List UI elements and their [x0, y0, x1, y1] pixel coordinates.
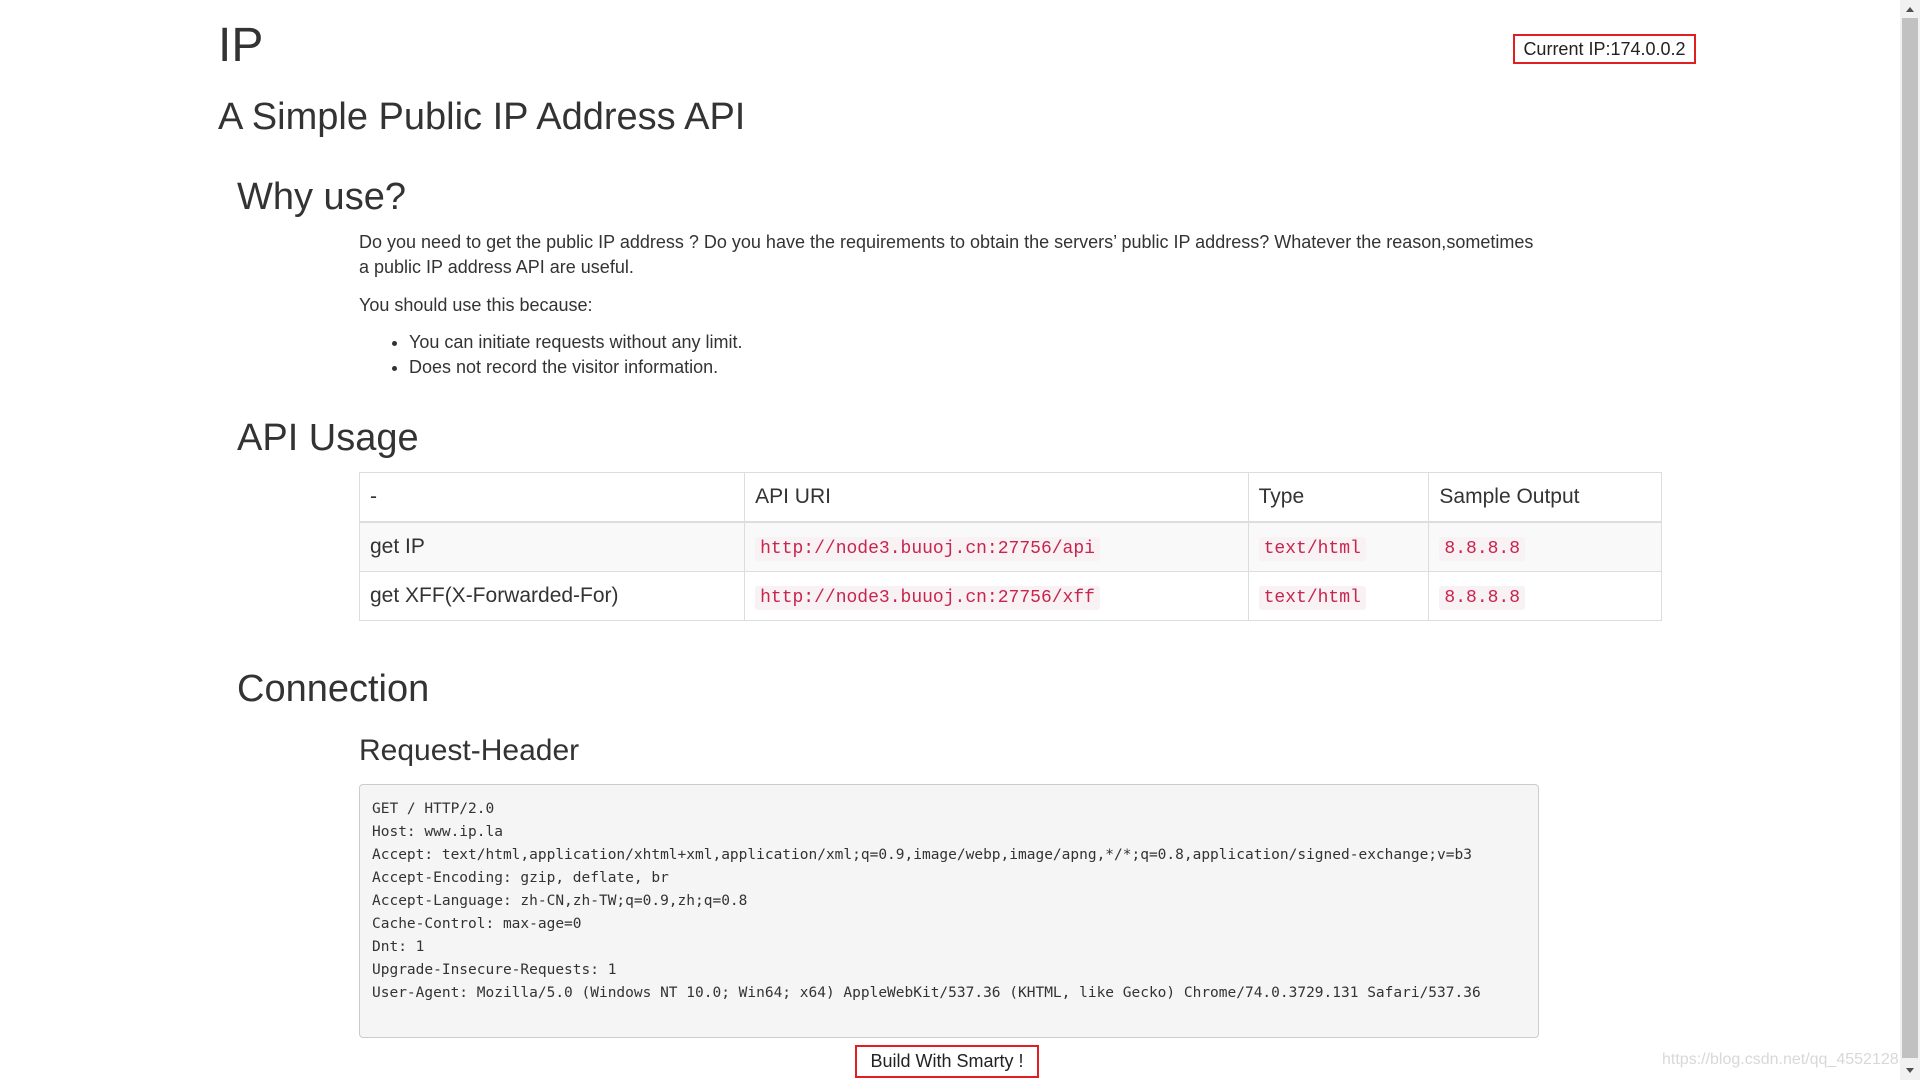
scroll-down-arrow-icon[interactable] [1900, 1064, 1920, 1078]
api-type: text/html [1258, 586, 1366, 610]
header-line: Host: www.ip.la [372, 824, 503, 840]
page-subtitle: A Simple Public IP Address API [218, 96, 746, 138]
blog-watermark: https://blog.csdn.net/qq_45521281 [1662, 1051, 1908, 1068]
list-item: You can initiate requests without any li… [409, 330, 743, 355]
api-uri-cell: http://node3.buuoj.cn:27756/api [744, 521, 1249, 572]
current-ip-badge: Current IP:174.0.0.2 [1513, 34, 1696, 64]
header-line: GET / HTTP/2.0 [372, 801, 495, 817]
reasons-list: You can initiate requests without any li… [359, 330, 743, 380]
api-sample-output: 8.8.8.8 [1439, 537, 1526, 561]
why-use-paragraph: Do you need to get the public IP address… [359, 232, 1534, 277]
table-header-row: - API URI Type Sample Output [358, 472, 1662, 523]
page-scrollbar[interactable] [1900, 0, 1920, 1080]
api-uri: http://node3.buuoj.cn:27756/api [755, 537, 1100, 561]
table-row: get XFF(X-Forwarded-For) http://node3.bu… [358, 571, 1662, 621]
api-type-cell: text/html [1247, 571, 1430, 621]
header-line: Upgrade-Insecure-Requests: 1 [372, 962, 617, 978]
why-use-lead: You should use this because: [359, 295, 593, 315]
header-line: Cache-Control: max-age=0 [372, 916, 582, 932]
build-with-smarty-label: Build With Smarty ! [855, 1045, 1039, 1078]
scrollbar-thumb[interactable] [1902, 18, 1918, 1058]
request-header-block: GET / HTTP/2.0 Host: www.ip.la Accept: tex… [359, 784, 1539, 1038]
api-type-cell: text/html [1247, 521, 1430, 572]
api-usage-heading: API Usage [237, 417, 419, 459]
api-uri-cell: http://node3.buuoj.cn:27756/xff [744, 571, 1249, 621]
connection-heading: Connection [237, 668, 430, 710]
api-name-cell: get IP [358, 521, 746, 572]
api-output-cell: 8.8.8.8 [1428, 571, 1662, 621]
request-header-heading: Request-Header [359, 734, 580, 767]
api-usage-table: - API URI Type Sample Output get IP http… [358, 472, 1662, 621]
why-use-heading: Why use? [237, 176, 406, 218]
header-line: Accept-Language: zh-CN,zh-TW;q=0.9,zh;q=… [372, 893, 748, 909]
header-line: Accept-Encoding: gzip, deflate, br [372, 870, 669, 886]
header-line: Accept: text/html,application/xhtml+xml,… [372, 847, 1472, 863]
header-line: User-Agent: Mozilla/5.0 (Windows NT 10.0… [372, 985, 1481, 1001]
api-type: text/html [1258, 537, 1366, 561]
api-sample-output: 8.8.8.8 [1439, 586, 1526, 610]
table-row: get IP http://node3.buuoj.cn:27756/api t… [358, 521, 1662, 572]
header-line: Dnt: 1 [372, 939, 425, 955]
api-output-cell: 8.8.8.8 [1428, 521, 1662, 572]
api-uri: http://node3.buuoj.cn:27756/xff [755, 586, 1100, 610]
scroll-up-arrow-icon[interactable] [1900, 2, 1920, 16]
list-item: Does not record the visitor information. [409, 355, 743, 380]
site-title: IP [218, 19, 264, 72]
column-header: API URI [744, 472, 1249, 523]
api-name-cell: get XFF(X-Forwarded-For) [358, 571, 746, 621]
column-header: - [358, 472, 746, 523]
column-header: Sample Output [1428, 472, 1662, 523]
column-header: Type [1247, 472, 1430, 523]
